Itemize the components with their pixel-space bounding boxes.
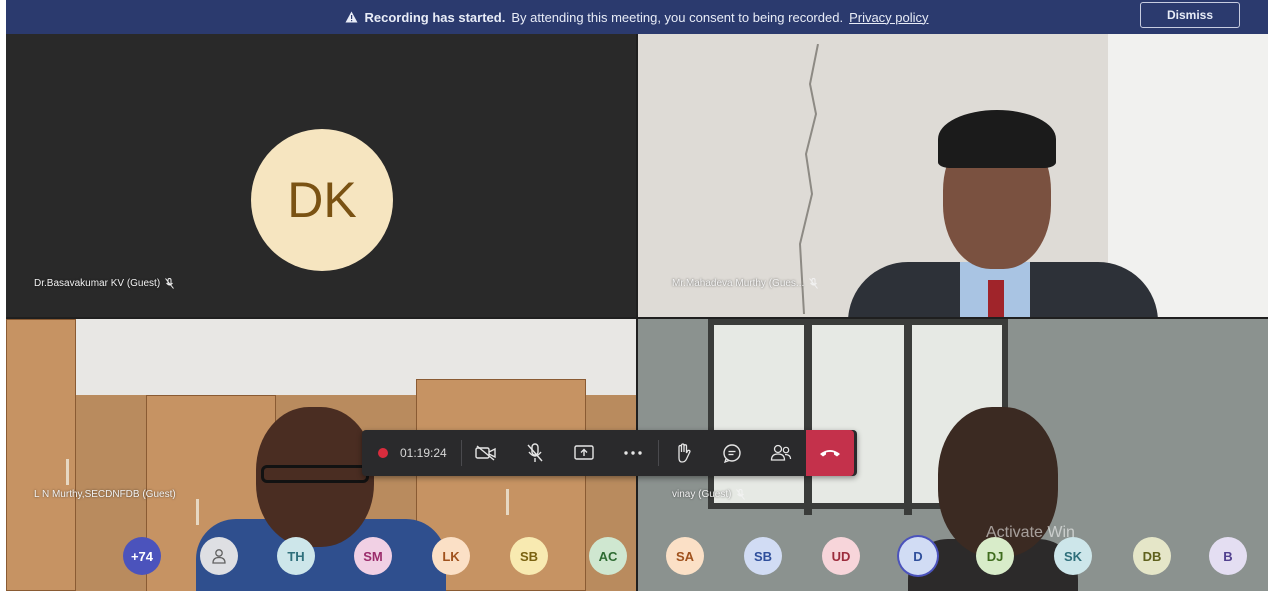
hang-up-button[interactable] (805, 430, 854, 476)
participant-initials: DJ (986, 548, 1004, 564)
microphone-off-icon (527, 443, 543, 462)
participant-avatar-chip[interactable]: SK (1054, 537, 1092, 575)
participant-avatar-chip[interactable]: +74 (123, 537, 161, 575)
participant-avatar-chip[interactable]: SA (666, 537, 704, 575)
participant-avatar-chip[interactable]: SM (354, 537, 392, 575)
window-bar (904, 325, 912, 515)
banner-title: Recording has started. (364, 9, 506, 25)
window-bar (804, 325, 812, 515)
participant-initials: LK (442, 548, 460, 564)
participant-name: Dr.Basavakumar KV (Guest) (34, 278, 161, 289)
raise-hand-icon (678, 443, 691, 463)
mic-off-icon (165, 278, 175, 289)
participant-avatar-chip[interactable]: UD (822, 537, 860, 575)
participant-video-hair (938, 110, 1056, 168)
participant-avatar-chip[interactable]: DJ (976, 537, 1014, 575)
video-tile-2[interactable]: Mr.Mahadeva Murthy (Gues... (638, 34, 1268, 317)
participant-name: vinay (Guest) (672, 489, 732, 500)
participant-initials: B (1223, 548, 1233, 564)
participant-avatar: DK (251, 129, 393, 271)
meeting-control-bar: 01:19:24 (362, 430, 857, 476)
participant-video-glasses (261, 465, 369, 483)
recording-banner: Recording has started. By attending this… (6, 0, 1268, 34)
participants-avatar-strip: +74 TH SM LK SB AC SA SB UD D DJ SK DB B (6, 537, 1268, 577)
microphone-toggle-button[interactable] (511, 430, 560, 476)
camera-off-icon (475, 445, 496, 461)
participants-button[interactable] (757, 430, 806, 476)
share-screen-button[interactable] (560, 430, 609, 476)
participant-initials: D (913, 548, 923, 564)
participant-initials: DB (1142, 548, 1162, 564)
privacy-policy-link[interactable]: Privacy policy (849, 10, 928, 25)
hang-up-icon (819, 450, 840, 457)
more-actions-button[interactable] (609, 430, 658, 476)
teams-meeting-window: Recording has started. By attending this… (6, 0, 1268, 591)
banner-text: By attending this meeting, you consent t… (511, 9, 844, 25)
camera-toggle-button[interactable] (462, 430, 511, 476)
participant-name-label: Mr.Mahadeva Murthy (Gues... (672, 278, 819, 289)
participant-initials: UD (831, 548, 851, 564)
participant-name-label: L N Murthy,SECDNFDB (Guest) (34, 489, 176, 500)
chat-button[interactable] (708, 430, 757, 476)
participant-initials: SB (519, 548, 539, 564)
participant-name: L N Murthy,SECDNFDB (Guest) (34, 489, 176, 500)
participant-initials: AC (598, 548, 618, 564)
meeting-duration: 01:19:24 (400, 446, 447, 460)
share-screen-icon (574, 445, 594, 460)
video-tile-1[interactable]: DK Dr.Basavakumar KV (Guest) (6, 34, 636, 317)
participant-avatar-generic[interactable] (200, 537, 238, 575)
wall-crack-decoration (798, 44, 819, 314)
participant-avatar-chip[interactable]: DB (1133, 537, 1171, 575)
participant-avatar-chip[interactable]: TH (277, 537, 315, 575)
participant-avatar-chip[interactable]: SB (744, 537, 782, 575)
participant-initials: TH (287, 548, 305, 564)
participant-initials: SK (1063, 548, 1083, 564)
participant-initials: SB (753, 548, 773, 564)
participant-initials: SA (675, 548, 695, 564)
raise-hand-button[interactable] (659, 430, 708, 476)
recording-indicator-icon (378, 448, 388, 458)
cabinet-handle (66, 459, 69, 485)
dismiss-button[interactable]: Dismiss (1139, 2, 1240, 28)
warning-icon (345, 11, 358, 23)
chat-icon (723, 444, 741, 463)
participant-avatar-chip[interactable]: SB (510, 537, 548, 575)
participant-avatar-chip[interactable]: B (1209, 537, 1247, 575)
recording-timer: 01:19:24 (362, 430, 461, 476)
participant-name-label: Dr.Basavakumar KV (Guest) (34, 278, 175, 289)
participant-initials: +74 (130, 548, 154, 564)
participant-video-tie (988, 280, 1004, 317)
participant-initials: SM (363, 548, 383, 564)
person-icon (212, 549, 226, 564)
participant-avatar-chip[interactable]: AC (589, 537, 627, 575)
mic-off-icon (736, 489, 746, 500)
mic-off-icon (809, 278, 819, 289)
participant-avatar-chip[interactable]: LK (432, 537, 470, 575)
more-options-icon (624, 451, 642, 455)
people-icon (771, 444, 792, 461)
participant-name: Mr.Mahadeva Murthy (Gues... (672, 278, 805, 289)
cabinet-handle (506, 489, 509, 515)
participant-avatar-chip[interactable]: D (899, 537, 937, 575)
participant-name-label: vinay (Guest) (672, 489, 746, 500)
cabinet-handle (196, 499, 199, 525)
